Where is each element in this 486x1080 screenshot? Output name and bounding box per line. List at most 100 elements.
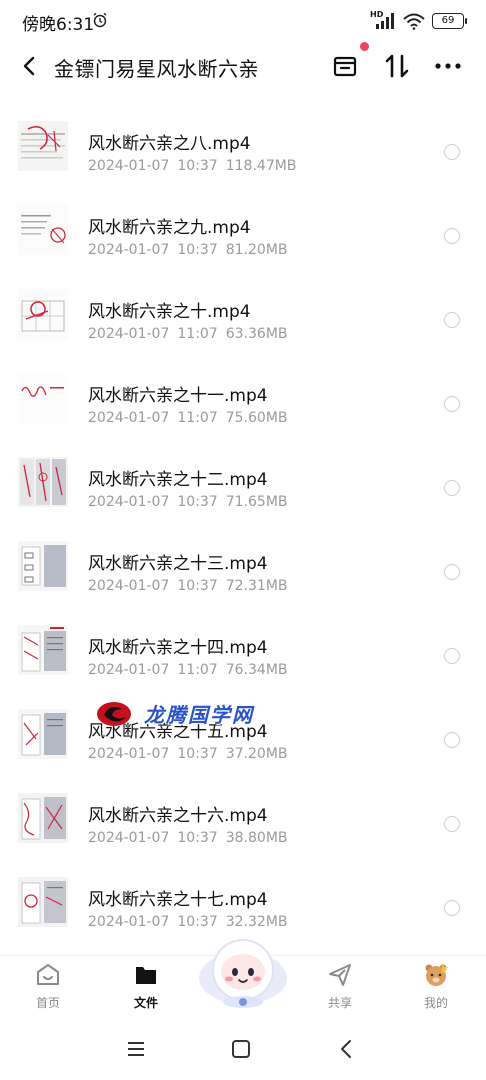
select-radio[interactable] <box>444 396 460 412</box>
select-radio[interactable] <box>444 564 460 580</box>
back-arrow-icon[interactable] <box>18 54 42 78</box>
file-size: 75.60MB <box>225 410 288 426</box>
file-date: 2024-01-07 <box>88 578 170 594</box>
file-time: 10:37 <box>177 242 218 258</box>
nav-share-label: 共享 <box>327 996 352 1010</box>
file-date: 2024-01-07 <box>88 242 170 258</box>
watermark: 龙腾国学网 <box>96 697 276 733</box>
file-item[interactable]: 风水断六亲之十三.mp4 2024-01-07 10:37 72.31MB <box>0 522 486 606</box>
file-name: 风水断六亲之十二.mp4 <box>88 470 268 490</box>
file-date: 2024-01-07 <box>88 326 170 342</box>
header: 金镖门易星风水断六亲 <box>0 42 486 92</box>
file-date: 2024-01-07 <box>88 158 170 174</box>
file-size: 38.80MB <box>225 830 288 846</box>
file-item[interactable]: 风水断六亲之十一.mp4 2024-01-07 11:07 75.60MB <box>0 354 486 438</box>
nav-files[interactable]: 文件 <box>116 962 176 1016</box>
file-item[interactable]: 风水断六亲之九.mp4 2024-01-07 10:37 81.20MB <box>0 186 486 270</box>
nav-mine[interactable]: 我的 <box>406 962 466 1016</box>
video-thumbnail <box>18 121 68 171</box>
nav-mine-label: 我的 <box>423 996 448 1010</box>
file-size: 81.20MB <box>225 242 288 258</box>
page-title: 金镖门易星风水断六亲 <box>54 57 259 81</box>
select-radio[interactable] <box>444 228 460 244</box>
menu-lines-icon[interactable] <box>124 1037 148 1061</box>
nav-share[interactable]: 共享 <box>310 962 370 1016</box>
battery-indicator: 69 <box>432 13 467 29</box>
file-name: 风水断六亲之九.mp4 <box>88 218 251 238</box>
file-name: 风水断六亲之十七.mp4 <box>88 890 268 910</box>
file-item[interactable]: 风水断六亲之十六.mp4 2024-01-07 10:37 38.80MB <box>0 774 486 858</box>
astronaut-mascot-icon[interactable] <box>196 928 290 1010</box>
wifi-icon <box>403 13 425 30</box>
video-thumbnail <box>18 205 68 255</box>
cellular-signal-icon: HD <box>370 10 396 30</box>
watermark-text: 龙腾国学网 <box>144 703 254 727</box>
sort-arrows-icon[interactable] <box>384 52 410 80</box>
file-time: 10:37 <box>177 494 218 510</box>
select-radio[interactable] <box>444 816 460 832</box>
archive-box-icon[interactable] <box>332 53 358 79</box>
file-name: 风水断六亲之八.mp4 <box>88 134 251 154</box>
file-time: 10:37 <box>177 830 218 846</box>
share-paper-plane-icon <box>329 964 351 986</box>
file-item[interactable]: 风水断六亲之十四.mp4 2024-01-07 11:07 76.34MB <box>0 606 486 690</box>
watermark-logo-icon <box>97 702 131 726</box>
file-size: 63.36MB <box>225 326 288 342</box>
select-radio[interactable] <box>444 732 460 748</box>
video-thumbnail <box>18 541 68 591</box>
file-time: 10:37 <box>177 158 218 174</box>
file-meta: 2024-01-07 10:37 72.31MB <box>88 578 296 594</box>
more-options-icon[interactable] <box>434 54 462 78</box>
file-date: 2024-01-07 <box>88 410 170 426</box>
status-bar: 傍晚6:31 HD 69 <box>0 0 486 42</box>
status-time: 傍晚6:31 <box>22 15 95 35</box>
file-meta: 2024-01-07 10:37 37.20MB <box>88 746 296 762</box>
video-thumbnail <box>18 289 68 339</box>
nav-files-label: 文件 <box>133 996 158 1010</box>
select-radio[interactable] <box>444 144 460 160</box>
video-thumbnail <box>18 625 68 675</box>
file-date: 2024-01-07 <box>88 494 170 510</box>
video-thumbnail <box>18 373 68 423</box>
select-radio[interactable] <box>444 900 460 916</box>
network-type: HD <box>370 10 384 19</box>
file-size: 37.20MB <box>225 746 288 762</box>
file-size: 118.47MB <box>225 158 297 174</box>
file-name: 风水断六亲之十四.mp4 <box>88 638 268 658</box>
back-triangle-icon[interactable] <box>334 1037 358 1061</box>
file-item[interactable]: 风水断六亲之十.mp4 2024-01-07 11:07 63.36MB <box>0 270 486 354</box>
file-time: 10:37 <box>177 578 218 594</box>
video-thumbnail <box>18 793 68 843</box>
file-item[interactable]: 风水断六亲之十二.mp4 2024-01-07 10:37 71.65MB <box>0 438 486 522</box>
file-time: 11:07 <box>177 662 218 678</box>
video-thumbnail <box>18 877 68 927</box>
system-nav-bar <box>0 1017 486 1080</box>
select-radio[interactable] <box>444 648 460 664</box>
file-date: 2024-01-07 <box>88 746 170 762</box>
file-date: 2024-01-07 <box>88 830 170 846</box>
nav-home[interactable]: 首页 <box>18 962 78 1016</box>
file-meta: 2024-01-07 10:37 71.65MB <box>88 494 296 510</box>
folder-icon <box>136 967 156 984</box>
file-meta: 2024-01-07 10:37 81.20MB <box>88 242 296 258</box>
select-radio[interactable] <box>444 312 460 328</box>
file-size: 71.65MB <box>225 494 288 510</box>
file-item[interactable]: 风水断六亲之八.mp4 2024-01-07 10:37 118.47MB <box>0 102 486 186</box>
file-meta: 2024-01-07 11:07 76.34MB <box>88 662 296 678</box>
home-square-icon[interactable] <box>229 1037 253 1061</box>
file-name: 风水断六亲之十六.mp4 <box>88 806 268 826</box>
video-thumbnail <box>18 457 68 507</box>
file-date: 2024-01-07 <box>88 662 170 678</box>
avatar-bear-icon <box>425 963 448 986</box>
file-meta: 2024-01-07 10:37 38.80MB <box>88 830 296 846</box>
select-radio[interactable] <box>444 480 460 496</box>
file-list: 风水断六亲之八.mp4 2024-01-07 10:37 118.47MB 风水断六… <box>0 102 486 942</box>
file-name: 风水断六亲之十.mp4 <box>88 302 251 322</box>
alarm-clock-icon <box>93 12 107 28</box>
file-meta: 2024-01-07 11:07 63.36MB <box>88 326 296 342</box>
file-date: 2024-01-07 <box>88 914 170 930</box>
video-thumbnail <box>18 709 68 759</box>
file-size: 72.31MB <box>225 578 288 594</box>
file-name: 风水断六亲之十三.mp4 <box>88 554 268 574</box>
file-time: 10:37 <box>177 746 218 762</box>
